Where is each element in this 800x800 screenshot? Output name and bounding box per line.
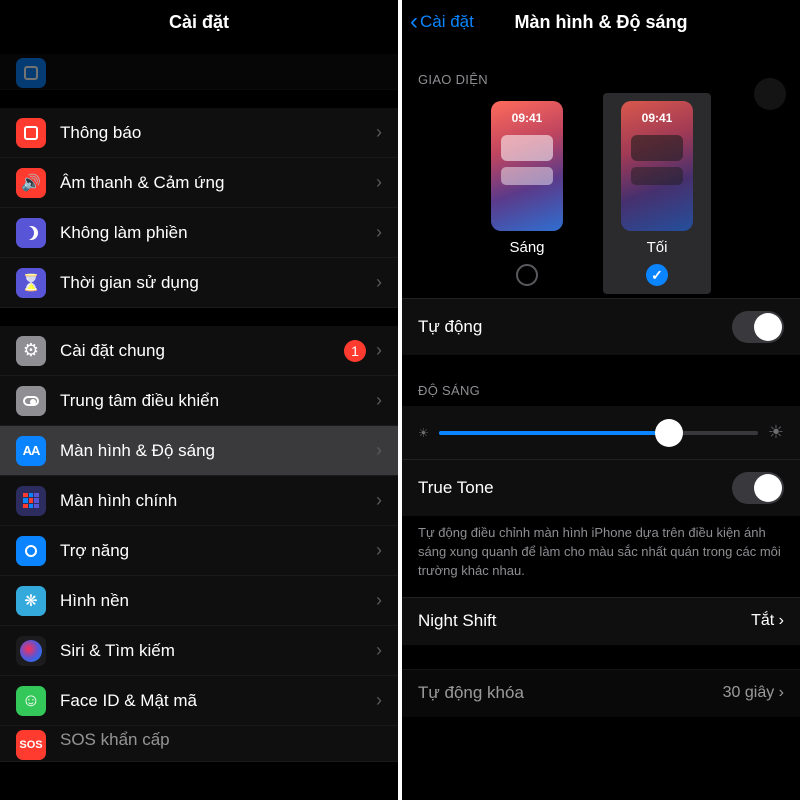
appearance-option-light[interactable]: 09:41 Sáng: [491, 101, 563, 286]
nightshift-value: Tắt: [751, 612, 774, 629]
chevron-right-icon: ›: [376, 590, 382, 611]
chevron-right-icon: ›: [779, 684, 784, 701]
automatic-row: Tự động: [402, 298, 800, 355]
option-label: Tối: [621, 239, 693, 256]
back-label: Cài đặt: [420, 12, 474, 32]
siri-icon: [16, 636, 46, 666]
chevron-right-icon: ›: [376, 340, 382, 361]
row-label: Trợ năng: [60, 541, 376, 561]
chevron-right-icon: ›: [376, 172, 382, 193]
chevron-right-icon: ›: [376, 690, 382, 711]
settings-row-sos[interactable]: SOS SOS khẩn cấp: [0, 726, 398, 762]
row-label: Màn hình chính: [60, 491, 376, 511]
settings-row-sounds[interactable]: 🔊 Âm thanh & Cảm ứng ›: [0, 158, 398, 208]
brightness-header: ĐỘ SÁNG: [402, 355, 800, 406]
slider-fill: [439, 431, 669, 435]
settings-row-faceid[interactable]: Face ID & Mật mã ›: [0, 676, 398, 726]
moon-icon: [16, 218, 46, 248]
settings-row-wallpaper[interactable]: Hình nền ›: [0, 576, 398, 626]
notification-badge: 1: [344, 340, 366, 362]
row-label: Màn hình & Độ sáng: [60, 441, 376, 461]
sun-max-icon: ☀: [768, 422, 784, 443]
settings-row-siri[interactable]: Siri & Tìm kiếm ›: [0, 626, 398, 676]
autolock-value: 30 giây: [723, 684, 775, 701]
toggle-icon: [16, 386, 46, 416]
settings-row-notifications[interactable]: Thông báo ›: [0, 108, 398, 158]
appearance-header: GIAO DIỆN: [402, 44, 800, 95]
row-label: Cài đặt chung: [60, 341, 344, 361]
preview-light: 09:41: [491, 101, 563, 231]
truetone-row: True Tone: [402, 459, 800, 516]
nightshift-row[interactable]: Night Shift Tắt ›: [402, 597, 800, 645]
sos-icon: SOS: [16, 730, 46, 760]
row-label: Thông báo: [60, 123, 376, 143]
row-label: Trung tâm điều khiển: [60, 391, 376, 411]
truetone-toggle[interactable]: [732, 472, 784, 504]
settings-row-dnd[interactable]: Không làm phiền ›: [0, 208, 398, 258]
brightness-row: ☀ ☀: [402, 406, 800, 459]
nightshift-label: Night Shift: [418, 611, 496, 631]
truetone-note: Tự động điều chỉnh màn hình iPhone dựa t…: [402, 516, 800, 597]
preview-dark: 09:41: [621, 101, 693, 231]
chevron-right-icon: ›: [376, 390, 382, 411]
chevron-right-icon: ›: [376, 640, 382, 661]
text-size-icon: AA: [16, 436, 46, 466]
radio-checked[interactable]: ✓: [646, 264, 668, 286]
row-label: SOS khẩn cấp: [60, 730, 382, 750]
settings-row-controlcenter[interactable]: Trung tâm điều khiển ›: [0, 376, 398, 426]
sun-min-icon: ☀: [418, 426, 429, 440]
chevron-right-icon: ›: [376, 222, 382, 243]
chevron-right-icon: ›: [376, 272, 382, 293]
chevron-right-icon: ›: [376, 122, 382, 143]
row-label: Thời gian sử dụng: [60, 273, 376, 293]
chevron-right-icon: ›: [376, 440, 382, 461]
slider-thumb[interactable]: [655, 419, 683, 447]
decorative-circle: [754, 78, 786, 110]
settings-row-homescreen[interactable]: Màn hình chính ›: [0, 476, 398, 526]
row-label: Âm thanh & Cảm ứng: [60, 173, 376, 193]
autolock-row[interactable]: Tự động khóa 30 giây ›: [402, 669, 800, 717]
hourglass-icon: [16, 268, 46, 298]
appearance-option-dark[interactable]: 09:41 Tối ✓: [603, 93, 711, 294]
option-label: Sáng: [491, 239, 563, 256]
notifications-icon: [16, 118, 46, 148]
face-icon: [16, 686, 46, 716]
settings-row-display[interactable]: AA Màn hình & Độ sáng ›: [0, 426, 398, 476]
truetone-label: True Tone: [418, 478, 494, 498]
chevron-right-icon: ›: [376, 540, 382, 561]
flower-icon: [16, 586, 46, 616]
settings-row-accessibility[interactable]: Trợ năng ›: [0, 526, 398, 576]
automatic-toggle[interactable]: [732, 311, 784, 343]
vpn-icon: [16, 58, 46, 88]
chevron-right-icon: ›: [376, 490, 382, 511]
display-pane: Màn hình & Độ sáng ‹ Cài đặt GIAO DIỆN 0…: [402, 0, 800, 800]
settings-title: Cài đặt: [0, 0, 398, 44]
chevron-left-icon: ‹: [410, 10, 418, 34]
settings-pane: Cài đặt VPN Thông báo › 🔊 Âm thanh & Cảm…: [0, 0, 398, 800]
settings-row-general[interactable]: Cài đặt chung 1 ›: [0, 326, 398, 376]
gear-icon: [16, 336, 46, 366]
automatic-label: Tự động: [418, 317, 482, 337]
row-label: Không làm phiền: [60, 223, 376, 243]
chevron-right-icon: ›: [779, 612, 784, 629]
accessibility-icon: [16, 536, 46, 566]
sounds-icon: 🔊: [16, 168, 46, 198]
row-label: Hình nền: [60, 591, 376, 611]
radio-unchecked[interactable]: [516, 264, 538, 286]
appearance-picker: 09:41 Sáng 09:41 Tối ✓: [402, 95, 800, 298]
row-label: Face ID & Mật mã: [60, 691, 376, 711]
settings-row-screentime[interactable]: Thời gian sử dụng ›: [0, 258, 398, 308]
grid-icon: [16, 486, 46, 516]
settings-row-vpn[interactable]: VPN: [0, 54, 398, 90]
brightness-slider[interactable]: [439, 431, 758, 435]
autolock-label: Tự động khóa: [418, 683, 524, 703]
row-label: Siri & Tìm kiếm: [60, 641, 376, 661]
back-button[interactable]: ‹ Cài đặt: [410, 10, 474, 34]
